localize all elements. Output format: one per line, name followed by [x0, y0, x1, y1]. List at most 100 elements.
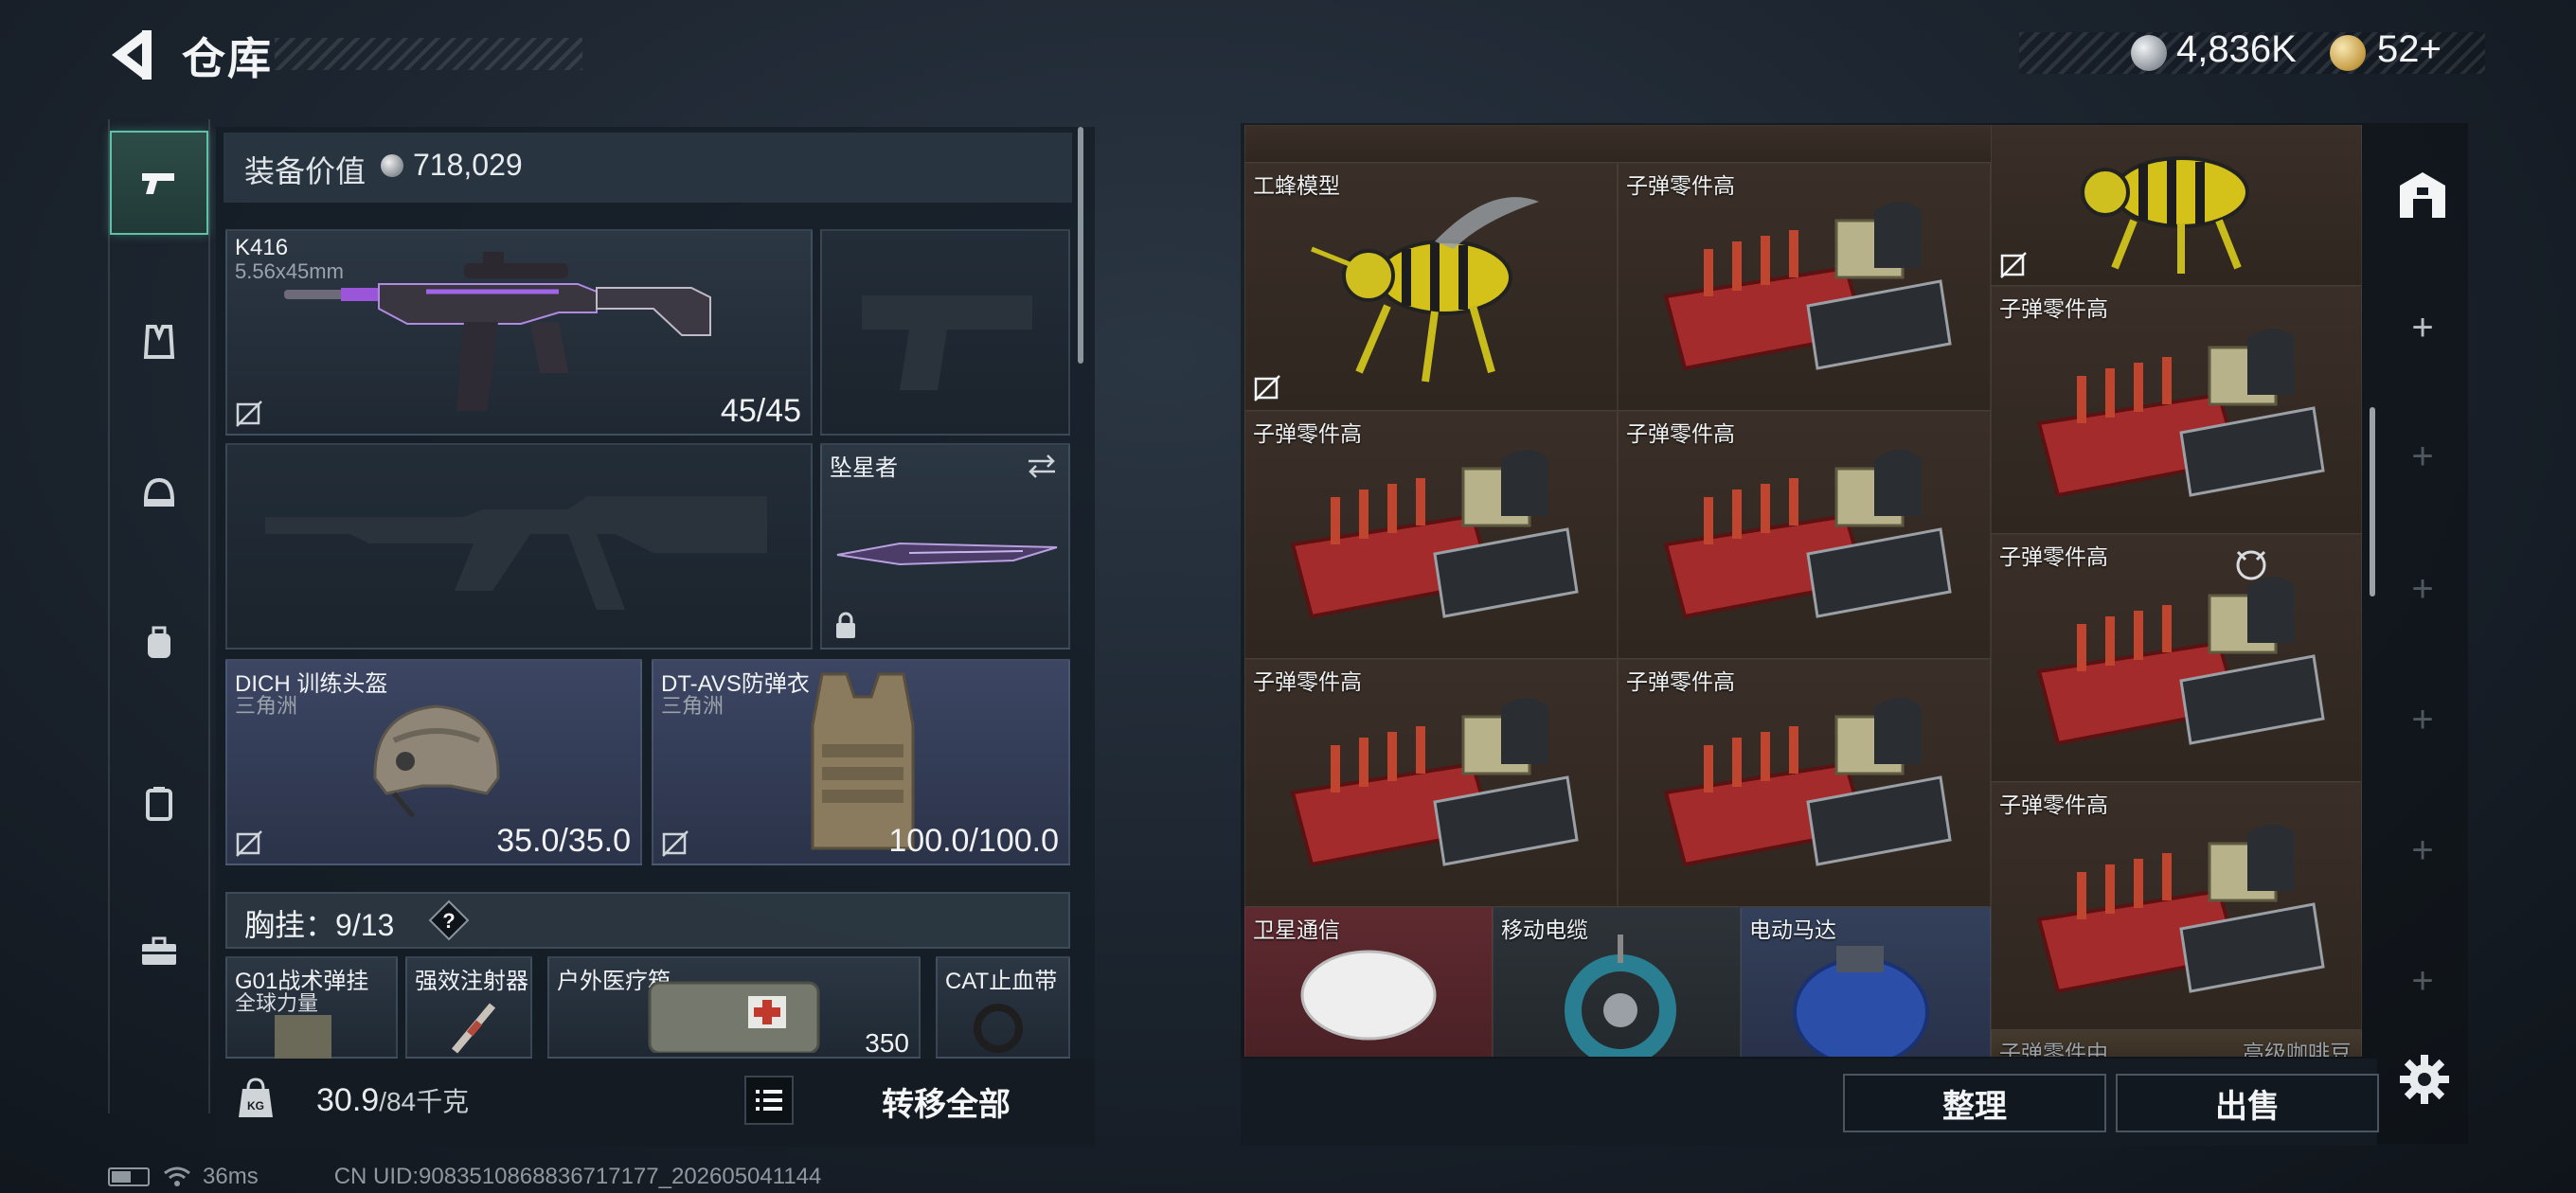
settings-button[interactable]	[2396, 1051, 2453, 1108]
rig-item-slot[interactable]: 强效注射器	[405, 956, 532, 1059]
stash-item-satellite-comm[interactable]: 卫星通信	[1244, 907, 1493, 1057]
equipment-value: 718,029	[413, 148, 523, 182]
rig-item-name: CAT止血带	[945, 969, 1058, 994]
status-bar: 36ms CN UID:9083510868836717177_20260504…	[108, 1163, 821, 1191]
medkit-image	[648, 981, 820, 1053]
armor-brand: 三角洲	[661, 694, 724, 718]
stash-item-ammo-parts[interactable]: 子弹零件高	[1991, 534, 2362, 782]
no-trade-icon	[662, 830, 689, 857]
rail-item-weapons[interactable]	[110, 131, 208, 235]
sidearm-slot[interactable]	[820, 229, 1070, 436]
injector-image	[451, 1003, 496, 1054]
ammo-parts-image	[2036, 329, 2325, 498]
item-name: 高级咖啡豆	[2243, 1041, 2352, 1057]
rig-item-slot[interactable]: CAT止血带	[936, 956, 1070, 1059]
page-title: 仓库	[182, 34, 273, 83]
stash-item-ammo-parts[interactable]: 子弹零件高	[1618, 163, 1991, 411]
weight-max: /84千克	[379, 1087, 470, 1116]
rail-item-backpack[interactable]	[110, 591, 208, 695]
melee-name: 坠星者	[830, 455, 898, 481]
item-name: 子弹零件高	[1999, 544, 2108, 569]
helmet-slot[interactable]: DICH 训练头盔 三角洲 35.0/35.0	[225, 659, 642, 865]
stash-item-ammo-parts[interactable]: 子弹零件高	[1618, 411, 1991, 659]
helmet-durability: 35.0/35.0	[496, 823, 631, 859]
rig-item-slot[interactable]: 户外医疗箱 350	[547, 956, 921, 1059]
stash-item-electric-motor[interactable]: 电动马达	[1741, 907, 1991, 1057]
armor-slot[interactable]: DT-AVS防弹衣 三角洲 100.0/100.0	[652, 659, 1070, 865]
stash-item-ammo-parts[interactable]: 子弹零件高	[1618, 659, 1991, 907]
primary-weapon-slot[interactable]: K416 5.56x45mm 45/45	[225, 229, 813, 436]
svg-text:KG: KG	[247, 1099, 264, 1113]
gear-icon	[2400, 1055, 2449, 1104]
list-view-button[interactable]	[744, 1076, 794, 1125]
item-name: 子弹零件高	[1999, 296, 2108, 321]
loadout-scrollbar[interactable]	[1078, 127, 1083, 364]
rail-item-briefcase[interactable]	[110, 899, 208, 1004]
briefcase-icon	[142, 936, 176, 965]
rail-item-helmet[interactable]	[110, 441, 208, 545]
tourniquet-image	[974, 1004, 1023, 1053]
stash-item-ammo-parts[interactable]: 子弹零件高	[1244, 411, 1618, 659]
weight-icon: KG	[239, 1077, 273, 1117]
stash-item-ammo-parts-mid[interactable]: 子弹零件中 高级咖啡豆	[1991, 1030, 2362, 1057]
swap-icon[interactable]	[1025, 453, 1059, 479]
category-rail	[108, 119, 210, 1113]
back-button[interactable]	[106, 27, 159, 83]
melee-slot[interactable]: 坠星者	[820, 443, 1070, 650]
locked-stash-page: +	[2411, 960, 2434, 1002]
backpack-icon	[148, 626, 170, 658]
chest-rig-count: 9/13	[335, 908, 395, 942]
rail-item-case[interactable]	[110, 752, 208, 856]
rifle-silhouette-icon	[265, 496, 767, 610]
stash-item-mobile-cable[interactable]: 移动电缆	[1493, 907, 1741, 1057]
satellite-dish-image	[1300, 950, 1437, 1041]
armor-durability: 100.0/100.0	[888, 823, 1059, 859]
warehouse-icon	[2400, 172, 2445, 218]
stash-item-ammo-parts[interactable]: 子弹零件高	[1991, 286, 2362, 534]
user-id: CN UID:9083510868836717177_202605041144	[333, 1164, 822, 1189]
stash-item-bee-model[interactable]: 工蜂模型	[1244, 163, 1618, 411]
sort-button[interactable]: 整理	[1843, 1074, 2106, 1132]
ammo-parts-image	[1663, 202, 1952, 371]
ammo-parts-image	[1663, 450, 1952, 619]
vest-icon	[143, 325, 175, 359]
helmet-brand: 三角洲	[235, 694, 298, 718]
transfer-all-button[interactable]: 转移全部	[811, 1066, 1082, 1136]
lock-icon	[836, 612, 855, 638]
case-icon	[146, 787, 172, 821]
add-stash-page-button[interactable]: +	[2402, 307, 2443, 348]
rig-item-slot[interactable]: G01战术弹挂 全球力量	[225, 956, 398, 1062]
stash-item-ammo-parts[interactable]: 子弹零件高	[1244, 659, 1618, 907]
stash-page-rail: + + + + + +	[2383, 125, 2464, 1138]
gold-amount[interactable]: 52+	[2377, 28, 2442, 71]
cable-reel-image	[1565, 935, 1676, 1057]
no-trade-icon	[236, 401, 262, 427]
wifi-icon	[164, 1166, 190, 1186]
stash-page-home[interactable]	[2394, 167, 2451, 223]
stash-grid: 工蜂模型 子弹零件高 子弹零件高 子弹零件高 子弹零件高 子弹零件高 子弹零件高…	[1244, 125, 2362, 1057]
no-trade-icon	[236, 830, 262, 857]
rifle-image	[284, 252, 711, 411]
list-icon	[756, 1090, 782, 1111]
pistol-icon	[142, 173, 174, 194]
silver-coin-icon	[2131, 35, 2167, 71]
locked-stash-page: +	[2411, 829, 2434, 871]
stash-item-bee-model-partial[interactable]	[1991, 125, 2362, 286]
weapon-ammo: 45/45	[720, 393, 801, 429]
rig-item-name: 强效注射器	[415, 969, 528, 994]
no-trade-icon	[2000, 252, 2027, 278]
stash-item-ammo-parts[interactable]: 子弹零件高	[1991, 782, 2362, 1030]
bee-image	[1311, 197, 1539, 383]
item-name: 子弹零件高	[1999, 792, 2108, 817]
locked-stash-page: +	[2411, 699, 2434, 740]
helmet-image	[373, 704, 500, 818]
coin-icon	[381, 154, 403, 177]
rail-item-vest[interactable]	[110, 290, 208, 394]
stash-scrollbar[interactable]	[2370, 407, 2375, 596]
ammo-parts-image	[2036, 577, 2325, 746]
chest-rig-label: 胸挂：9/13	[244, 901, 394, 945]
secondary-weapon-slot[interactable]	[225, 443, 813, 650]
ammo-parts-image	[1290, 698, 1579, 867]
sell-button[interactable]: 出售	[2116, 1074, 2379, 1132]
help-icon[interactable]: ?	[428, 899, 470, 941]
